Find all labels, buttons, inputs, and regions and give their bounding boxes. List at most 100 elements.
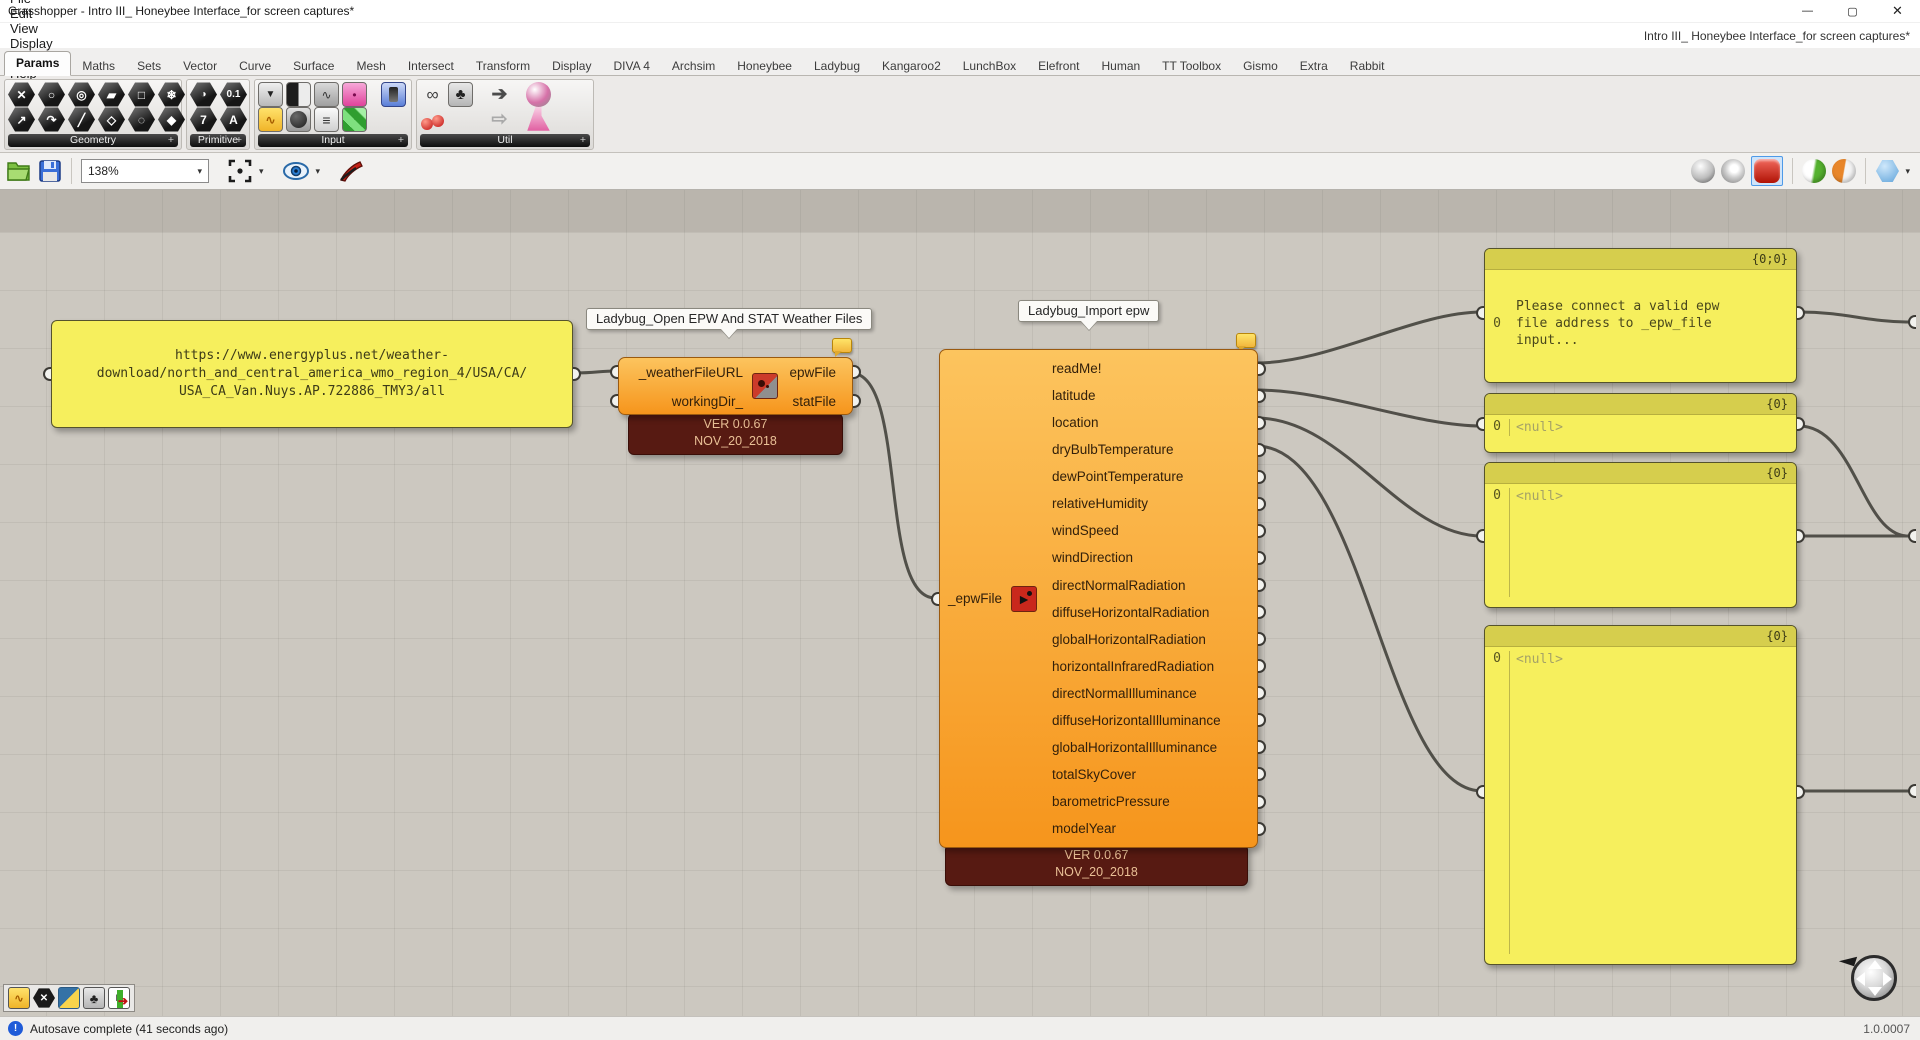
- null-panel-1[interactable]: {0} 0 <null>: [1484, 393, 1797, 453]
- tab-params[interactable]: Params: [4, 51, 71, 76]
- category-tab[interactable]: Transform: [465, 55, 541, 78]
- flask-icon[interactable]: [526, 107, 551, 132]
- offscreen-input-socket[interactable]: [1908, 315, 1916, 329]
- geometry-param-icon[interactable]: ▰: [98, 82, 125, 107]
- slider-widget-icon[interactable]: ∿: [8, 987, 30, 1009]
- sticky-note-icon[interactable]: [1236, 333, 1256, 348]
- category-tab[interactable]: Vector: [172, 55, 228, 78]
- menu-item[interactable]: Edit: [0, 6, 67, 21]
- preview-eye-icon[interactable]: [282, 161, 310, 181]
- cherries-icon[interactable]: [420, 107, 445, 132]
- geometry-param-icon[interactable]: ╱: [68, 107, 95, 132]
- wire[interactable]: [1256, 390, 1482, 426]
- primitive-param-icon[interactable]: 7: [190, 107, 217, 132]
- wire[interactable]: [1256, 446, 1482, 791]
- jump-dark-arrow-icon[interactable]: ➔: [487, 82, 512, 107]
- category-tab[interactable]: Honeybee: [726, 55, 803, 78]
- chevron-down-icon[interactable]: ▾: [1905, 166, 1910, 177]
- wire[interactable]: [851, 373, 935, 598]
- group-label-input[interactable]: Input+: [258, 134, 408, 147]
- primitive-param-icon[interactable]: ◑: [190, 82, 217, 107]
- wire[interactable]: [1256, 418, 1482, 536]
- geometry-param-icon[interactable]: ❄: [158, 82, 185, 107]
- orange-preview-icon[interactable]: [1832, 159, 1856, 183]
- geometry-param-icon[interactable]: ↗: [8, 107, 35, 132]
- boolean-toggle-icon[interactable]: [286, 82, 311, 107]
- menu-item[interactable]: View: [0, 21, 67, 36]
- url-text-panel[interactable]: https://www.energyplus.net/weather- down…: [51, 320, 573, 428]
- wire[interactable]: [1256, 312, 1482, 363]
- chevron-down-icon[interactable]: ▾: [259, 166, 264, 177]
- category-tab[interactable]: Intersect: [397, 55, 465, 78]
- input-socket[interactable]: [931, 592, 939, 606]
- input-socket[interactable]: [610, 365, 618, 379]
- category-tab[interactable]: Maths: [71, 55, 126, 78]
- sketch-pen-icon[interactable]: [338, 159, 364, 183]
- category-tab[interactable]: Kangaroo2: [871, 55, 952, 78]
- category-tab[interactable]: Sets: [126, 55, 172, 78]
- category-tab[interactable]: LunchBox: [952, 55, 1027, 78]
- category-tab[interactable]: Archsim: [661, 55, 726, 78]
- jump-light-arrow-icon[interactable]: ⇨: [487, 107, 512, 132]
- group-label-geometry[interactable]: Geometry+: [8, 134, 178, 147]
- open-epw-component[interactable]: _weatherFileURL epwFile workingDir_ stat…: [618, 357, 853, 415]
- panel-input-socket[interactable]: [1476, 529, 1484, 543]
- clam-display-icon[interactable]: [1691, 159, 1715, 183]
- gene-pool-icon[interactable]: ∿: [258, 107, 283, 132]
- minimize-button[interactable]: —: [1785, 0, 1830, 22]
- readme-panel[interactable]: {0;0} 0 Please connect a valid epw file …: [1484, 248, 1797, 383]
- null-panel-3[interactable]: {0} 0 <null>: [1484, 625, 1797, 965]
- md-slider-icon[interactable]: •: [342, 82, 367, 107]
- group-label-util[interactable]: Util+: [420, 134, 590, 147]
- import-epw-component[interactable]: readMe! latitude location dryBulbTempera…: [939, 349, 1258, 848]
- category-tab[interactable]: Surface: [282, 55, 345, 78]
- geometry-param-icon[interactable]: ◆: [158, 107, 185, 132]
- category-tab[interactable]: TT Toolbox: [1151, 55, 1232, 78]
- category-tab[interactable]: Mesh: [345, 55, 396, 78]
- category-tab[interactable]: Display: [541, 55, 602, 78]
- category-tab[interactable]: Ladybug: [803, 55, 871, 78]
- python-icon[interactable]: [58, 987, 80, 1009]
- input-socket[interactable]: [610, 394, 618, 408]
- save-file-icon[interactable]: [38, 159, 62, 183]
- primitive-param-icon[interactable]: 0.1: [220, 82, 247, 107]
- green-preview-icon[interactable]: [1802, 159, 1826, 183]
- group-label-primitive[interactable]: Primitive+: [190, 134, 246, 147]
- disable-hex-icon[interactable]: ✕: [33, 987, 55, 1009]
- geometry-param-icon[interactable]: ◎: [68, 82, 95, 107]
- zoom-extents-icon[interactable]: [227, 158, 253, 184]
- panel-input-socket[interactable]: [43, 367, 51, 381]
- panel-input-socket[interactable]: [1476, 417, 1484, 431]
- control-knob-icon[interactable]: [286, 107, 311, 132]
- cluster-tree-icon[interactable]: ♣: [448, 82, 473, 107]
- menu-item[interactable]: Display: [0, 36, 67, 51]
- spectacles-icon[interactable]: ∞: [420, 82, 445, 107]
- panel-input-socket[interactable]: [1476, 785, 1484, 799]
- geometry-param-icon[interactable]: ↷: [38, 107, 65, 132]
- grasshopper-canvas[interactable]: https://www.energyplus.net/weather- down…: [0, 190, 1920, 1016]
- zoom-level-dropdown[interactable]: 138% ▾: [81, 159, 209, 183]
- number-slider-icon[interactable]: ▼: [258, 82, 283, 107]
- wire-display-icon[interactable]: [1721, 159, 1745, 183]
- category-tab[interactable]: Human: [1090, 55, 1151, 78]
- category-tab[interactable]: Gismo: [1232, 55, 1289, 78]
- tree-view-icon[interactable]: ♣: [83, 987, 105, 1009]
- category-tab[interactable]: DIVA 4: [602, 55, 660, 78]
- colour-swatch-icon[interactable]: [342, 107, 367, 132]
- chevron-down-icon[interactable]: ▾: [316, 166, 321, 177]
- wire[interactable]: [1799, 426, 1908, 536]
- null-panel-2[interactable]: {0} 0 <null>: [1484, 462, 1797, 608]
- red-display-selected[interactable]: [1751, 156, 1783, 186]
- offscreen-input-socket[interactable]: [1908, 784, 1916, 798]
- sticky-note-icon[interactable]: [832, 338, 852, 353]
- category-tab[interactable]: Rabbit: [1339, 55, 1396, 78]
- blue-quality-icon[interactable]: [1875, 159, 1899, 183]
- wire[interactable]: [1799, 312, 1908, 322]
- named-view-icon[interactable]: N➔: [108, 987, 130, 1009]
- maximize-button[interactable]: ▢: [1830, 0, 1875, 22]
- canvas-trackball-widget[interactable]: [1851, 955, 1897, 1001]
- category-tab[interactable]: Extra: [1289, 55, 1339, 78]
- button-icon[interactable]: [381, 82, 406, 107]
- close-button[interactable]: ✕: [1875, 0, 1920, 22]
- category-tab[interactable]: Curve: [228, 55, 282, 78]
